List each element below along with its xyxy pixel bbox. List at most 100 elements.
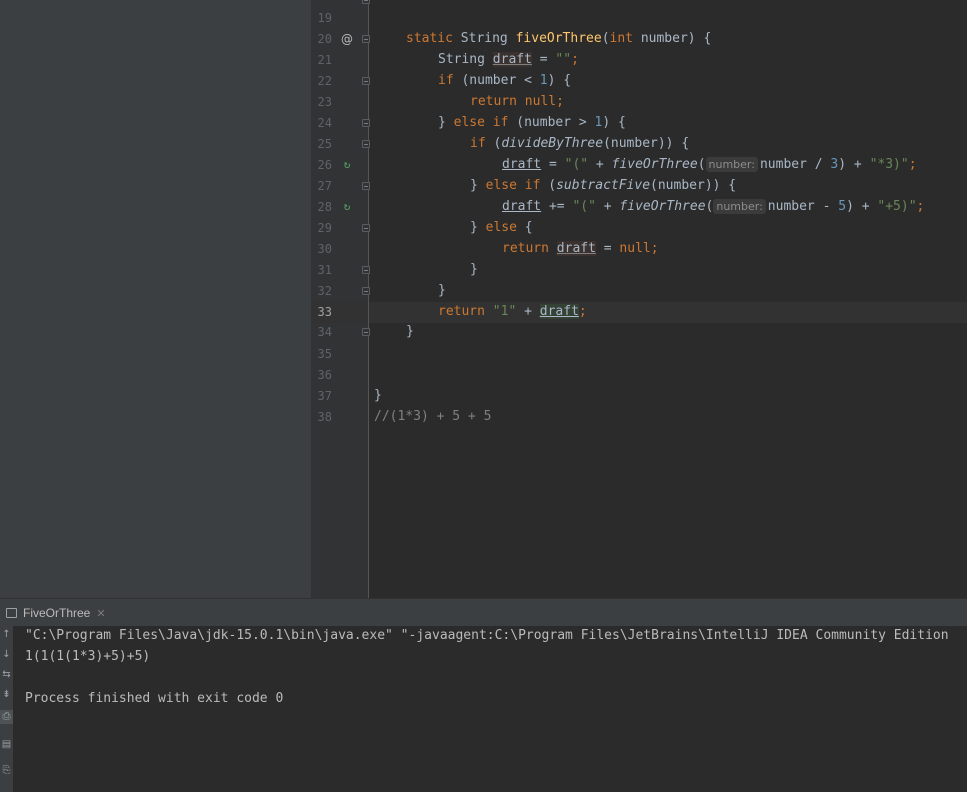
keyword: else — [453, 115, 485, 130]
line-number: 37 — [317, 389, 332, 403]
code-line[interactable]: String draft = ""; — [438, 50, 579, 70]
operator: = — [541, 157, 565, 172]
line-number: 38 — [317, 410, 332, 424]
variable: draft — [492, 52, 532, 67]
string-literal: "*3)" — [869, 157, 909, 172]
keyword: return — [438, 304, 485, 319]
operator: = — [531, 52, 556, 67]
code-line[interactable]: return null; — [470, 92, 564, 112]
code-line[interactable]: } else if (number > 1) { — [438, 113, 626, 133]
line-number: 24 — [317, 116, 332, 130]
paren: ( — [540, 178, 557, 193]
fold-marker-icon[interactable] — [362, 182, 370, 190]
pin-icon[interactable]: ▤ — [0, 738, 13, 752]
variable: draft — [556, 241, 596, 256]
variable: draft — [539, 304, 579, 319]
code-line[interactable]: } — [374, 386, 382, 406]
override-annotation-icon[interactable]: @ — [341, 29, 353, 49]
code-line[interactable]: draft += "(" + fiveOrThree(number: number… — [502, 197, 924, 217]
keyword: int — [609, 31, 633, 46]
code-line[interactable]: draft = "(" + fiveOrThree(number: number … — [502, 155, 917, 175]
recursive-call-icon[interactable]: ↻ — [341, 197, 353, 217]
semicolon: ; — [650, 241, 659, 256]
semicolon: ; — [908, 157, 917, 172]
line-number: 34 — [317, 325, 332, 339]
keyword: else — [485, 178, 517, 193]
number-literal: 1 — [539, 73, 548, 88]
line-number: 21 — [317, 53, 332, 67]
recursive-call-icon[interactable]: ↻ — [341, 155, 353, 175]
operator: = — [595, 241, 620, 256]
console-output-line: 1(1(1(1*3)+5)+5) — [25, 649, 151, 664]
code-line-current[interactable]: return "1" + draft; — [438, 302, 587, 322]
soft-wrap-icon[interactable]: ⇆ — [0, 668, 13, 682]
keyword: if — [492, 115, 509, 130]
print-icon[interactable]: ⎙ — [0, 710, 13, 724]
fold-marker-icon[interactable] — [362, 77, 370, 85]
code-line[interactable]: } — [470, 260, 478, 280]
code-line[interactable]: } — [406, 322, 414, 342]
line-number: 31 — [317, 263, 332, 277]
line-number: 22 — [317, 74, 332, 88]
expression: (number)) { — [650, 178, 737, 193]
console-exit-line: Process finished with exit code 0 — [25, 691, 284, 706]
brace: } — [470, 262, 478, 277]
line-number: 28 — [317, 200, 332, 214]
brace: ) { — [547, 73, 572, 88]
parameter-hint: number: — [713, 199, 766, 214]
fold-marker-icon[interactable] — [362, 0, 370, 4]
expression: number - — [767, 199, 839, 214]
line-number: 32 — [317, 284, 332, 298]
console-output[interactable] — [13, 626, 967, 792]
semicolon: ; — [916, 199, 925, 214]
code-line[interactable]: return draft = null; — [502, 239, 659, 259]
scroll-to-end-icon[interactable]: ⇟ — [0, 688, 13, 702]
parameter-hint: number: — [705, 157, 758, 172]
code-line[interactable]: if (number < 1) { — [438, 71, 571, 91]
fold-marker-icon[interactable] — [362, 266, 370, 274]
brace: } — [438, 115, 454, 130]
code-line[interactable]: } — [438, 281, 446, 301]
code-line[interactable]: } else { — [470, 218, 533, 238]
operator: + — [595, 199, 620, 214]
variable: draft — [502, 157, 542, 172]
fold-marker-icon[interactable] — [362, 287, 370, 295]
line-number: 36 — [317, 368, 332, 382]
string-literal: "(" — [572, 199, 596, 214]
string-literal: "1" — [492, 304, 517, 319]
string-literal: "+5)" — [877, 199, 917, 214]
brace: } — [438, 283, 446, 298]
semicolon: ; — [578, 304, 587, 319]
expression: (number)) { — [603, 136, 690, 151]
number-literal: 5 — [838, 199, 847, 214]
clear-icon[interactable]: ⎘ — [0, 764, 13, 778]
brace: } — [470, 178, 486, 193]
brace: ) { — [602, 115, 626, 130]
string-literal: "" — [555, 52, 572, 67]
run-config-icon — [6, 608, 17, 618]
fold-marker-icon[interactable] — [362, 224, 370, 232]
fold-marker-icon[interactable] — [362, 35, 370, 43]
fold-marker-icon[interactable] — [362, 140, 370, 148]
method-name: fiveOrThree — [515, 31, 602, 46]
close-icon[interactable]: ✕ — [96, 607, 105, 620]
semicolon: ; — [556, 94, 564, 109]
code-line[interactable]: } else if (subtractFive(number)) { — [470, 176, 736, 196]
code-line[interactable]: //(1*3) + 5 + 5 — [374, 407, 491, 427]
run-tab[interactable]: FiveOrThree ✕ — [6, 605, 106, 621]
operator: += — [541, 199, 573, 214]
code-line[interactable]: if (divideByThree(number)) { — [470, 134, 689, 154]
code-line[interactable]: static String fiveOrThree(int number) { — [406, 29, 711, 49]
scroll-down-icon[interactable]: ↓ — [0, 648, 13, 662]
operator: + — [516, 304, 540, 319]
expression: number / — [759, 157, 831, 172]
method-call: fiveOrThree — [619, 199, 706, 214]
fold-marker-icon[interactable] — [362, 119, 370, 127]
keyword: return — [502, 241, 549, 256]
variable: draft — [502, 199, 542, 214]
line-number: 25 — [317, 137, 332, 151]
fold-marker-icon[interactable] — [362, 328, 370, 336]
brace: { — [516, 220, 533, 235]
scroll-up-icon[interactable]: ↑ — [0, 628, 13, 642]
keyword: if — [524, 178, 541, 193]
